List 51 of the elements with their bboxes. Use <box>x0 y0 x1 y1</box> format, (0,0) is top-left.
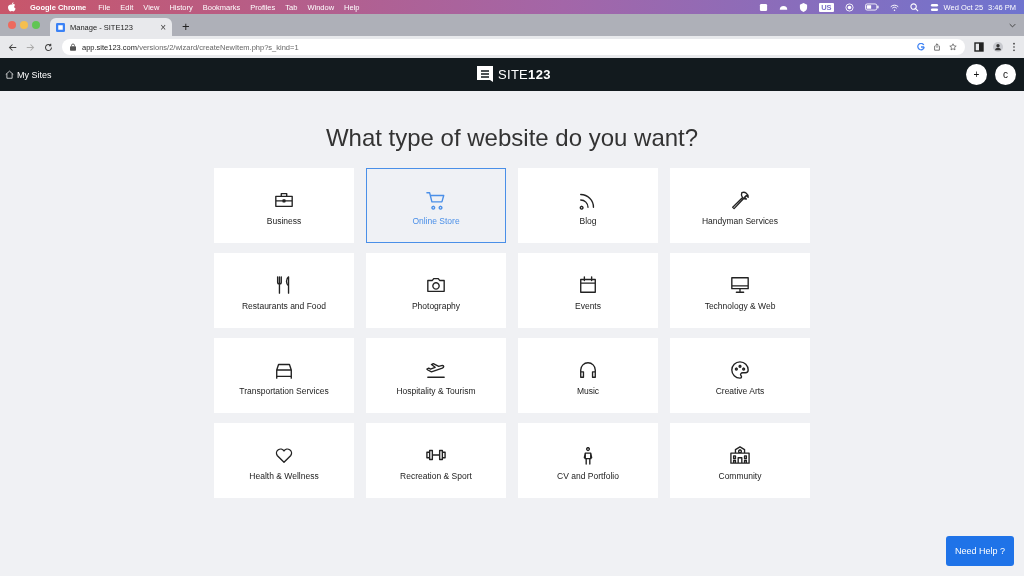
wrench-icon <box>730 189 750 210</box>
new-tab-button[interactable]: + <box>182 19 190 34</box>
battery-icon[interactable] <box>864 3 879 11</box>
need-help-button[interactable]: Need Help ? <box>945 536 1014 566</box>
website-type-card[interactable]: Blog <box>518 168 658 243</box>
calendar-icon <box>578 274 598 295</box>
website-type-card[interactable]: Transportation Services <box>214 338 354 413</box>
website-type-card[interactable]: Events <box>518 253 658 328</box>
monitor-icon <box>730 274 750 295</box>
chevron-down-icon[interactable] <box>1009 22 1016 28</box>
record-icon[interactable] <box>844 2 854 12</box>
website-type-card[interactable]: Business <box>214 168 354 243</box>
home-icon <box>5 70 14 79</box>
logo-icon <box>477 66 493 82</box>
website-type-card[interactable]: Photography <box>366 253 506 328</box>
logo-text: SITE123 <box>498 66 551 82</box>
side-panel-icon[interactable] <box>974 42 984 52</box>
website-type-card[interactable]: Creative Arts <box>670 338 810 413</box>
website-type-card[interactable]: Health & Wellness <box>214 423 354 498</box>
lock-icon <box>70 43 76 51</box>
palette-icon <box>730 359 750 380</box>
school-building-icon <box>730 444 750 465</box>
favicon-icon <box>56 22 65 32</box>
website-type-card[interactable]: Technology & Web <box>670 253 810 328</box>
website-type-card[interactable]: Handyman Services <box>670 168 810 243</box>
my-sites-link[interactable]: My Sites <box>5 69 52 80</box>
back-icon[interactable] <box>8 42 17 52</box>
user-avatar[interactable]: c <box>995 64 1016 85</box>
tab-close-button[interactable]: × <box>160 21 166 33</box>
headphones-icon <box>578 359 598 380</box>
share-icon[interactable] <box>933 43 941 51</box>
status-icon[interactable] <box>759 2 769 12</box>
apple-icon[interactable] <box>8 2 16 12</box>
star-icon[interactable] <box>949 43 957 51</box>
search-icon[interactable] <box>909 2 919 12</box>
website-type-card[interactable]: Community <box>670 423 810 498</box>
control-center-icon[interactable] <box>929 2 939 12</box>
more-menu-icon[interactable] <box>1012 42 1016 52</box>
website-type-card[interactable]: CV and Portfolio <box>518 423 658 498</box>
add-button[interactable]: + <box>966 64 987 85</box>
website-type-card[interactable]: Restaurants and Food <box>214 253 354 328</box>
reload-icon[interactable] <box>44 42 53 52</box>
google-icon[interactable] <box>917 43 925 51</box>
website-type-card[interactable]: Recreation & Sport <box>366 423 506 498</box>
website-type-card[interactable]: Hospitality & Tourism <box>366 338 506 413</box>
wifi-icon[interactable] <box>889 2 899 12</box>
shield-icon[interactable] <box>799 2 809 12</box>
cart-icon <box>426 189 446 210</box>
page-heading: What type of website do you want? <box>325 124 699 152</box>
website-type-card[interactable]: Music <box>518 338 658 413</box>
profile-icon[interactable] <box>993 42 1003 52</box>
